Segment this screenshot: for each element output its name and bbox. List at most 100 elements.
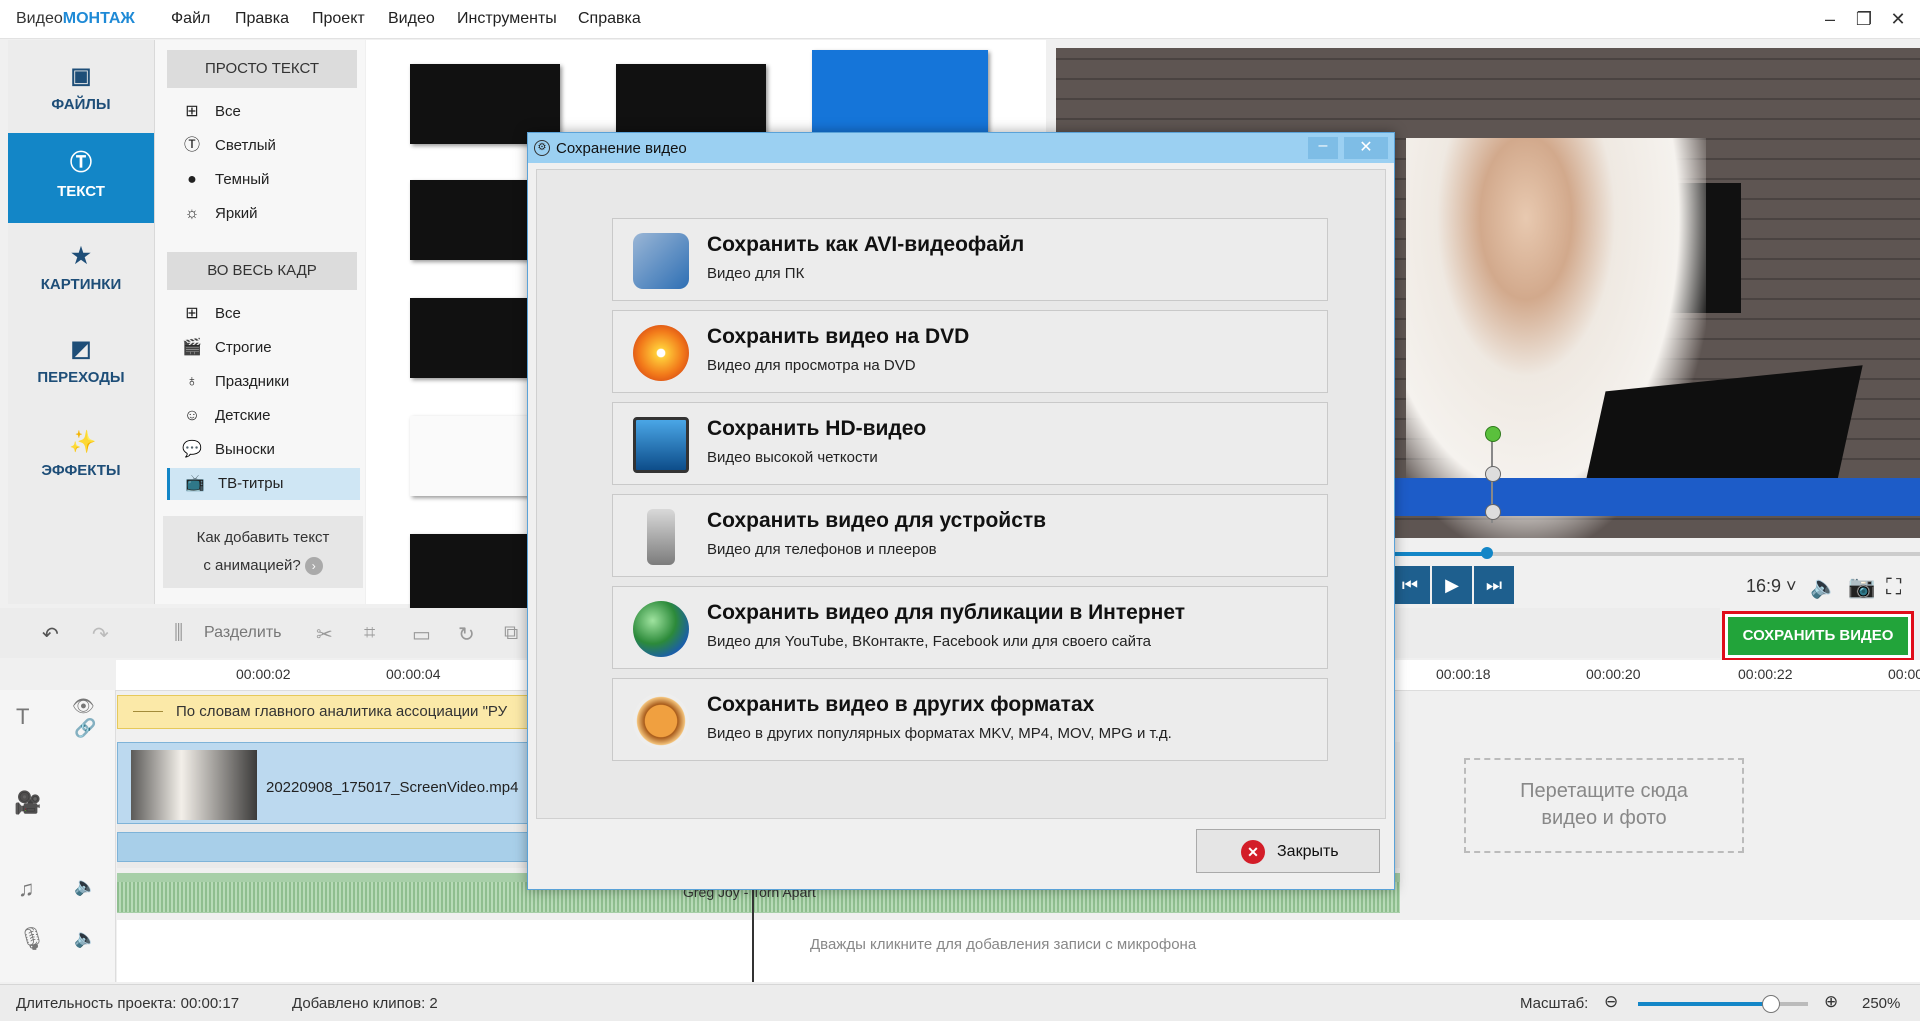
dialog-close-icon[interactable]: ✕	[1344, 137, 1388, 159]
menu-edit[interactable]: Правка	[235, 10, 289, 28]
mic-volume-icon[interactable]: 🔈	[74, 928, 96, 949]
ruler-tick: 00:00:02	[236, 666, 291, 682]
nav-files[interactable]: ▣ ФАЙЛЫ	[8, 46, 154, 136]
nav-text[interactable]: Ⓣ ТЕКСТ	[8, 133, 154, 223]
zoom-in-icon[interactable]: ⊕	[1824, 992, 1838, 1012]
resize-handle[interactable]	[1485, 504, 1501, 520]
crop-icon[interactable]: ⌗	[364, 622, 375, 645]
media-dropzone[interactable]: Перетащите сюда видео и фото	[1464, 758, 1744, 853]
left-nav: ▣ ФАЙЛЫ Ⓣ ТЕКСТ ★ КАРТИНКИ ◩ ПЕРЕХОДЫ ✨ ЭФФЕК…	[8, 40, 155, 604]
zoom-slider-knob[interactable]	[1762, 995, 1780, 1013]
maximize-icon[interactable]: ❐	[1850, 6, 1878, 32]
category-dark[interactable]: ● Темный	[167, 164, 357, 196]
ruler-tick: 00:00:22	[1738, 666, 1793, 682]
nav-effects[interactable]: ✨ ЭФФЕКТЫ	[8, 412, 154, 502]
music-icon: ♫	[18, 876, 35, 901]
balloon-icon: ♁	[186, 373, 198, 390]
volume-icon[interactable]: 🔈	[1810, 574, 1837, 600]
save-video-button-frame: СОХРАНИТЬ ВИДЕО	[1722, 611, 1914, 661]
save-avi-option[interactable]: Сохранить как AVI-видеофайл Видео для ПК	[612, 218, 1328, 301]
save-video-dialog: ⚙ Сохранение видео – ✕ Сохранить как AVI…	[527, 132, 1395, 890]
rotate-icon[interactable]: ↻	[458, 622, 475, 647]
dialog-body: Сохранить как AVI-видеофайл Видео для ПК…	[536, 169, 1386, 819]
scissors-icon[interactable]: ✂	[316, 622, 333, 647]
menu-help[interactable]: Справка	[578, 10, 641, 28]
dialog-title: Сохранение видео	[556, 140, 687, 157]
save-video-button[interactable]: СОХРАНИТЬ ВИДЕО	[1728, 617, 1908, 655]
ruler-tick: 00:00:04	[386, 666, 441, 682]
clapper-icon: 🎬	[182, 339, 202, 356]
grid-icon: ⊞	[185, 103, 199, 120]
zoom-value: 250%	[1862, 995, 1901, 1012]
clips-count: Добавлено клипов: 2	[292, 995, 438, 1012]
category-all-1[interactable]: ⊞ Все	[167, 96, 357, 128]
sun-icon: ☼	[184, 205, 200, 222]
transitions-icon: ◩	[70, 336, 92, 361]
category-strict[interactable]: 🎬 Строгие	[167, 332, 357, 364]
eye-icon[interactable]: 👁	[72, 696, 95, 717]
menu-video[interactable]: Видео	[388, 10, 435, 28]
playback-knob[interactable]	[1481, 547, 1493, 559]
film-music-icon	[633, 233, 689, 289]
text-clip[interactable]: По словам главного аналитика ассоциации …	[117, 695, 537, 729]
category-tv-titles[interactable]: 📺 ТВ-титры	[167, 468, 360, 500]
ruler-tick: 00:00:20	[1586, 666, 1641, 682]
frame-icon[interactable]: ▭	[412, 622, 431, 647]
menu-project[interactable]: Проект	[312, 10, 365, 28]
more-icon[interactable]: ⧉	[504, 622, 518, 645]
image-icon: ▣	[70, 63, 92, 88]
menu-tools[interactable]: Инструменты	[457, 10, 557, 28]
category-holidays[interactable]: ♁ Праздники	[167, 366, 357, 398]
dialog-minimize-icon[interactable]: –	[1308, 137, 1338, 159]
category-all-2[interactable]: ⊞ Все	[167, 298, 357, 330]
menu-file[interactable]: Файл	[171, 10, 210, 28]
prev-frame-icon[interactable]: ⏮	[1390, 566, 1430, 604]
close-circle-icon: ✕	[1241, 840, 1265, 864]
save-internet-option[interactable]: Сохранить видео для публикации в Интерне…	[612, 586, 1328, 669]
globe-icon	[633, 601, 689, 657]
category-light[interactable]: Ⓣ Светлый	[167, 130, 357, 162]
zoom-out-icon[interactable]: ⊖	[1604, 992, 1618, 1012]
dialog-close-button[interactable]: ✕ Закрыть	[1196, 829, 1380, 873]
rotate-handle[interactable]	[1485, 426, 1501, 442]
snapshot-icon[interactable]: 📷	[1848, 574, 1875, 600]
status-bar: Длительность проекта: 00:00:17 Добавлено…	[0, 984, 1920, 1021]
close-icon[interactable]: ✕	[1884, 6, 1912, 32]
aspect-ratio-select[interactable]: 16:9 ˅	[1746, 576, 1797, 597]
category-callouts[interactable]: 💬 Выноски	[167, 434, 357, 466]
category-panel: ПРОСТО ТЕКСТ ⊞ Все Ⓣ Светлый ● Темный ☼ Ярки…	[155, 40, 365, 604]
dvd-disc-icon	[633, 325, 689, 381]
nav-pictures[interactable]: ★ КАРТИНКИ	[8, 226, 154, 316]
undo-icon[interactable]: ↶	[42, 622, 59, 647]
save-hd-option[interactable]: Сохранить HD-видео Видео высокой четкост…	[612, 402, 1328, 485]
microphone-icon: 🎙	[18, 926, 46, 951]
video-track-icon: 🎥	[14, 790, 42, 815]
save-other-formats-option[interactable]: Сохранить видео в других форматах Видео …	[612, 678, 1328, 761]
category-kids[interactable]: ☺ Детские	[167, 400, 357, 432]
magic-wand-icon: ✨	[69, 429, 97, 454]
save-dvd-option[interactable]: Сохранить видео на DVD Видео для просмот…	[612, 310, 1328, 393]
text-circle-icon: Ⓣ	[183, 137, 200, 154]
category-bright[interactable]: ☼ Яркий	[167, 198, 357, 230]
text-clip-marker	[133, 711, 163, 712]
save-devices-option[interactable]: Сохранить видео для устройств Видео для …	[612, 494, 1328, 577]
mic-hint: Дважды кликните для добавления записи с …	[810, 936, 1197, 953]
audio-volume-icon[interactable]: 🔈	[74, 876, 96, 897]
minimize-icon[interactable]: –	[1816, 6, 1844, 32]
nav-transitions[interactable]: ◩ ПЕРЕХОДЫ	[8, 319, 154, 409]
play-icon[interactable]: ▶	[1432, 566, 1472, 604]
howto-animation-link[interactable]: Как добавить текст с анимацией? ›	[163, 516, 363, 588]
fullscreen-icon[interactable]: ⛶	[1886, 574, 1901, 600]
next-frame-icon[interactable]: ⏭	[1474, 566, 1514, 604]
link-icon[interactable]: 🔗	[74, 718, 96, 739]
text-dark-icon: ●	[187, 171, 197, 188]
redo-icon[interactable]: ↷	[92, 622, 109, 647]
video-clip-audio[interactable]	[117, 832, 537, 862]
resize-handle[interactable]	[1485, 466, 1501, 482]
split-icon[interactable]: ⫼	[174, 622, 183, 645]
speech-bubble-icon: 💬	[182, 441, 202, 458]
star-icon: ★	[71, 243, 91, 268]
split-button[interactable]: Разделить	[204, 624, 281, 642]
phone-icon	[647, 509, 675, 565]
tv-icon: 📺	[185, 475, 205, 492]
